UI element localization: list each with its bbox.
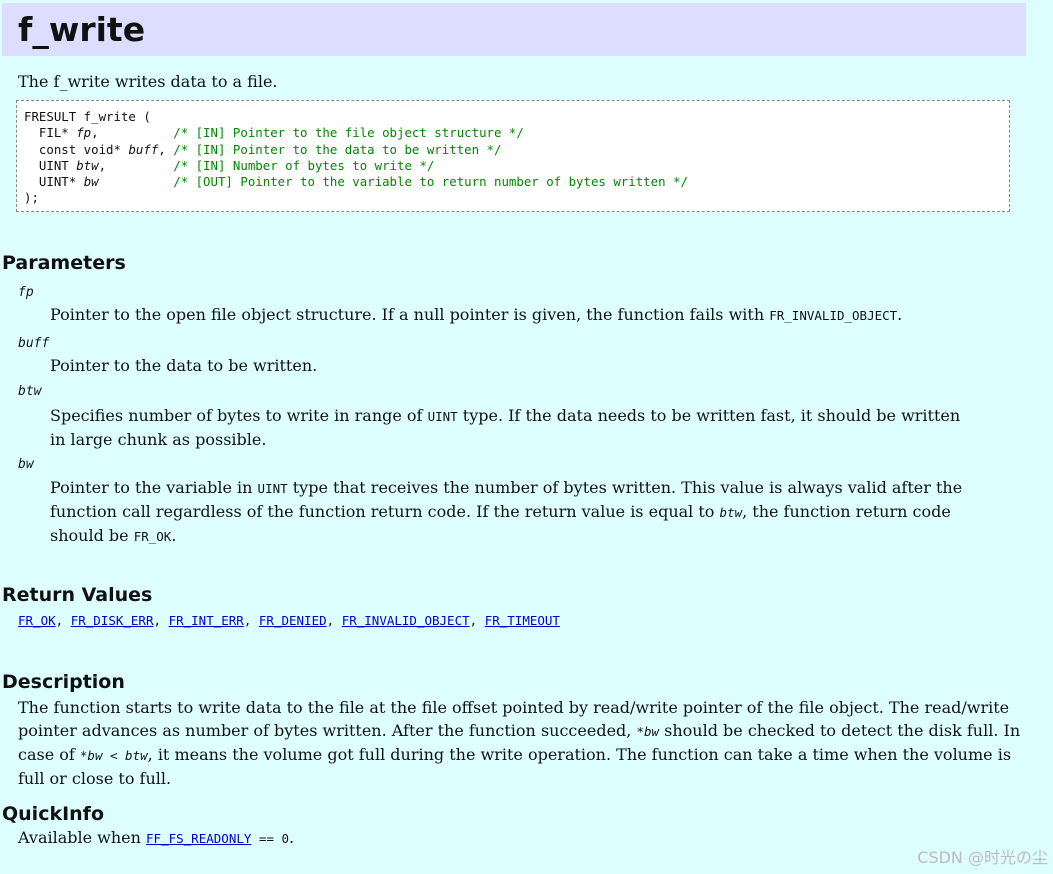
intro-text: The f_write writes data to a file.: [18, 72, 278, 91]
param-desc-btw: Specifies number of bytes to write in ra…: [50, 406, 961, 449]
return-values-list: FR_OK, FR_DISK_ERR, FR_INT_ERR, FR_DENIE…: [18, 613, 560, 628]
code-comment: /* [IN] Pointer to the data to be writte…: [173, 141, 502, 157]
prototype-param: UINT* bw /* [OUT] Pointer to the variabl…: [24, 174, 688, 190]
link-fr-ok[interactable]: FR_OK: [18, 613, 56, 628]
title-bar: f_write: [2, 3, 1026, 56]
prototype-param: UINT btw, /* [IN] Number of bytes to wri…: [24, 157, 435, 173]
description-text: The function starts to write data to the…: [18, 698, 1021, 788]
watermark: CSDN @时光の尘: [917, 848, 1048, 867]
link-fr-timeout[interactable]: FR_TIMEOUT: [485, 613, 560, 628]
return-values-heading: Return Values: [2, 584, 153, 606]
prototype-line: FRESULT f_write (: [24, 109, 151, 124]
param-desc-buff: Pointer to the data to be written.: [50, 356, 318, 375]
prototype-param: FIL* fp, /* [IN] Pointer to the file obj…: [24, 125, 524, 141]
description-heading: Description: [2, 671, 125, 693]
param-name-fp: fp: [18, 285, 34, 300]
param-name-buff: buff: [18, 336, 50, 351]
param-desc-bw: Pointer to the variable in UINT type tha…: [50, 478, 963, 545]
parameters-heading: Parameters: [2, 252, 126, 274]
code-comment: /* [IN] Pointer to the file object struc…: [173, 125, 524, 141]
link-fr-invalid-object[interactable]: FR_INVALID_OBJECT: [342, 613, 470, 628]
page-title: f_write: [18, 10, 146, 49]
code-comment: /* [IN] Number of bytes to write */: [173, 157, 435, 173]
param-name-btw: btw: [18, 384, 42, 399]
prototype-line: );: [24, 190, 39, 206]
param-desc-fp: Pointer to the open file object structur…: [50, 305, 903, 324]
function-prototype: FRESULT f_write ( FIL* fp, /* [IN] Point…: [16, 100, 1010, 212]
code-comment: /* [OUT] Pointer to the variable to retu…: [173, 174, 688, 190]
quickinfo-text: Available when FF_FS_READONLY == 0.: [18, 828, 295, 847]
prototype-param: const void* buff, /* [IN] Pointer to the…: [24, 141, 502, 157]
link-fr-disk-err[interactable]: FR_DISK_ERR: [71, 613, 154, 628]
link-fr-denied[interactable]: FR_DENIED: [259, 613, 327, 628]
link-ff-fs-readonly[interactable]: FF_FS_READONLY: [146, 831, 251, 846]
link-fr-int-err[interactable]: FR_INT_ERR: [169, 613, 244, 628]
param-name-bw: bw: [18, 457, 34, 472]
quickinfo-heading: QuickInfo: [2, 803, 105, 825]
